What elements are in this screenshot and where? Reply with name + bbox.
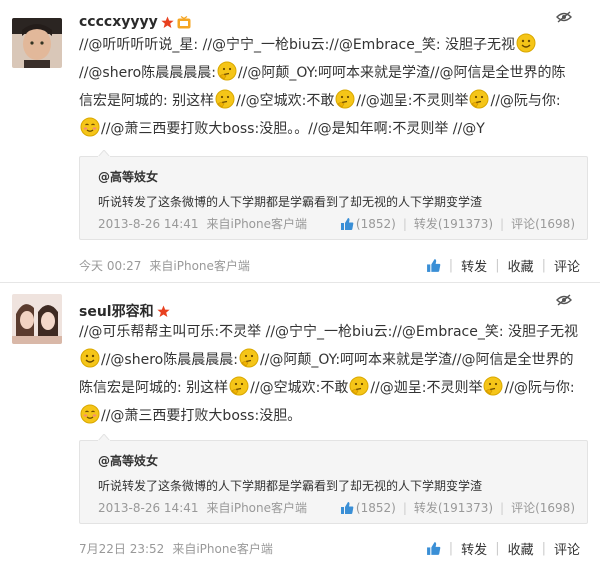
post-card: ccccxyyyy //@听听听听说_星: //@宁宁_一枪biu云://@Em… bbox=[0, 0, 600, 282]
avatar[interactable] bbox=[12, 294, 62, 344]
post-meta: 7月22日 23:52 来自iPhone客户端 bbox=[79, 540, 273, 557]
separator: | bbox=[448, 258, 454, 273]
repost-button[interactable]: 转发 bbox=[461, 256, 487, 275]
content-line: //@听听听听说_星: //@宁宁_一枪biu云://@Embrace_笑: 没… bbox=[79, 31, 579, 59]
content-line: //@萧三西要打败大boss:没胆。 bbox=[79, 402, 579, 430]
content-text[interactable]: //@阿颠_OY:呵呵本来就是学渣//@阿信是全世界的 bbox=[260, 352, 574, 368]
smile-emoji-icon bbox=[80, 348, 100, 368]
comment-button[interactable]: 评论 bbox=[554, 539, 580, 558]
content-text[interactable]: //@阿颠_OY:呵呵本来就是学渣//@阿信是全世界的陈 bbox=[238, 65, 566, 81]
username[interactable]: ccccxyyyy bbox=[79, 14, 158, 30]
content-text[interactable]: //@阮与你: bbox=[490, 93, 560, 109]
avatar[interactable] bbox=[12, 18, 62, 68]
quote-meta: 2013-8-26 14:41 来自iPhone客户端 bbox=[98, 499, 307, 516]
post-card: seul邪容和 //@可乐帮帮主叫可乐:不灵举 //@宁宁_一枪biu云://@… bbox=[0, 283, 600, 570]
quoted-post: @高等妓女 听说转发了这条微博的人下学期都是学霸看到了却无视的人下学期变学渣 2… bbox=[79, 150, 588, 240]
eye-hide-icon[interactable] bbox=[556, 291, 572, 306]
comment-button[interactable]: 评论 bbox=[554, 256, 580, 275]
quote-author[interactable]: @高等妓女 bbox=[98, 168, 158, 185]
quote-arrow bbox=[98, 434, 110, 441]
quote-comment-link[interactable]: 评论(1698) bbox=[511, 215, 575, 232]
post-actions: | 转发 | 收藏 | 评论 bbox=[426, 256, 580, 275]
separator: | bbox=[495, 258, 500, 273]
quote-repost-link[interactable]: 转发(191373) bbox=[414, 499, 493, 516]
quote-text: 听说转发了这条微博的人下学期都是学霸看到了却无视的人下学期变学渣 bbox=[98, 479, 483, 493]
content-text[interactable]: 信宏是阿城的: 别这样 bbox=[79, 93, 214, 109]
content-text[interactable]: //@阮与你: bbox=[504, 380, 574, 396]
star-badge-icon[interactable] bbox=[161, 16, 174, 29]
post-actions: | 转发 | 收藏 | 评论 bbox=[426, 539, 580, 558]
favorite-button[interactable]: 收藏 bbox=[508, 539, 534, 558]
quote-like-count[interactable]: (1852) bbox=[356, 217, 396, 231]
content-text[interactable]: //@听听听听说_星: //@宁宁_一枪biu云://@Embrace_笑: 没… bbox=[79, 37, 515, 53]
content-line: //@shero陈晨晨晨晨: //@阿颠_OY:呵呵本来就是学渣//@阿信是全世界… bbox=[79, 346, 579, 374]
post-content: //@听听听听说_星: //@宁宁_一枪biu云://@Embrace_笑: 没… bbox=[79, 31, 579, 143]
post-content: //@可乐帮帮主叫可乐:不灵举 //@宁宁_一枪biu云://@Embrace_… bbox=[79, 318, 579, 430]
smile-emoji-icon bbox=[516, 33, 536, 53]
quote-author[interactable]: @高等妓女 bbox=[98, 452, 158, 469]
thinking-emoji-icon bbox=[217, 61, 237, 81]
thumbs-up-icon[interactable] bbox=[340, 217, 354, 231]
post-meta: 今天 00:27 来自iPhone客户端 bbox=[79, 257, 250, 274]
quote-time[interactable]: 2013-8-26 14:41 bbox=[98, 217, 199, 231]
quote-repost-link[interactable]: 转发(191373) bbox=[414, 215, 493, 232]
quoted-post: @高等妓女 听说转发了这条微博的人下学期都是学霸看到了却无视的人下学期变学渣 2… bbox=[79, 434, 588, 524]
separator: | bbox=[402, 500, 407, 515]
thinking-emoji-icon bbox=[483, 376, 503, 396]
quote-actions: (1852) | 转发(191373) | 评论(1698) bbox=[340, 215, 575, 232]
separator: | bbox=[500, 216, 505, 231]
content-text[interactable]: //@迦呈:不灵则举 bbox=[356, 93, 468, 109]
thumbs-up-icon[interactable] bbox=[426, 541, 441, 556]
post-client[interactable]: 来自iPhone客户端 bbox=[172, 542, 273, 556]
repost-button[interactable]: 转发 bbox=[461, 539, 487, 558]
content-text[interactable]: //@迦呈:不灵则举 bbox=[370, 380, 482, 396]
content-text[interactable]: 陈信宏是阿城的: 别这样 bbox=[79, 380, 228, 396]
quote-comment-link[interactable]: 评论(1698) bbox=[511, 499, 575, 516]
separator: | bbox=[500, 500, 505, 515]
favorite-button[interactable]: 收藏 bbox=[508, 256, 534, 275]
post-client[interactable]: 来自iPhone客户端 bbox=[149, 259, 250, 273]
thinking-emoji-icon bbox=[215, 89, 235, 109]
content-line: 信宏是阿城的: 别这样 //@空城欢:不敢 //@迦呈:不灵则举 //@阮与你: bbox=[79, 87, 579, 115]
separator: | bbox=[541, 258, 546, 273]
quote-time[interactable]: 2013-8-26 14:41 bbox=[98, 501, 199, 515]
content-text[interactable]: //@shero陈晨晨晨晨: bbox=[79, 65, 216, 81]
thumbs-up-icon[interactable] bbox=[340, 501, 354, 515]
thinking-emoji-icon bbox=[229, 376, 249, 396]
quote-actions: (1852) | 转发(191373) | 评论(1698) bbox=[340, 499, 575, 516]
quote-text: 听说转发了这条微博的人下学期都是学霸看到了却无视的人下学期变学渣 bbox=[98, 195, 483, 209]
star-badge-icon[interactable] bbox=[156, 305, 170, 318]
quote-meta: 2013-8-26 14:41 来自iPhone客户端 bbox=[98, 215, 307, 232]
separator: | bbox=[495, 541, 500, 556]
post-time[interactable]: 今天 00:27 bbox=[79, 259, 141, 273]
thinking-emoji-icon bbox=[335, 89, 355, 109]
blush-emoji-icon bbox=[80, 117, 100, 137]
content-line: //@萧三西要打败大boss:没胆。。//@是知年啊:不灵则举 //@Y bbox=[79, 115, 579, 143]
content-text[interactable]: //@shero陈晨晨晨晨: bbox=[101, 352, 238, 368]
tv-badge-icon[interactable] bbox=[177, 15, 191, 29]
separator: | bbox=[448, 541, 454, 556]
blush-emoji-icon bbox=[80, 404, 100, 424]
content-line: //@可乐帮帮主叫可乐:不灵举 //@宁宁_一枪biu云://@Embrace_… bbox=[79, 318, 579, 346]
quote-client[interactable]: 来自iPhone客户端 bbox=[207, 217, 308, 231]
content-text[interactable]: //@空城欢:不敢 bbox=[236, 93, 334, 109]
thinking-emoji-icon bbox=[349, 376, 369, 396]
content-line: //@shero陈晨晨晨晨: //@阿颠_OY:呵呵本来就是学渣//@阿信是全世界… bbox=[79, 59, 579, 87]
content-text[interactable]: //@可乐帮帮主叫可乐:不灵举 //@宁宁_一枪biu云://@Embrace_… bbox=[79, 324, 578, 340]
eye-hide-icon[interactable] bbox=[556, 8, 572, 23]
separator: | bbox=[541, 541, 546, 556]
content-text[interactable]: //@萧三西要打败大boss:没胆。 bbox=[101, 408, 301, 424]
quote-like-count[interactable]: (1852) bbox=[356, 501, 396, 515]
thinking-emoji-icon bbox=[239, 348, 259, 368]
author-row: ccccxyyyy bbox=[79, 12, 191, 32]
thinking-emoji-icon bbox=[469, 89, 489, 109]
content-text[interactable]: //@空城欢:不敢 bbox=[250, 380, 348, 396]
thumbs-up-icon[interactable] bbox=[426, 258, 441, 273]
quote-arrow bbox=[98, 150, 110, 157]
post-time[interactable]: 7月22日 23:52 bbox=[79, 542, 164, 556]
content-text[interactable]: //@萧三西要打败大boss:没胆。。//@是知年啊:不灵则举 //@Y bbox=[101, 121, 485, 137]
quote-client[interactable]: 来自iPhone客户端 bbox=[207, 501, 308, 515]
separator: | bbox=[402, 216, 407, 231]
content-line: 陈信宏是阿城的: 别这样 //@空城欢:不敢 //@迦呈:不灵则举 //@阮与你: bbox=[79, 374, 579, 402]
